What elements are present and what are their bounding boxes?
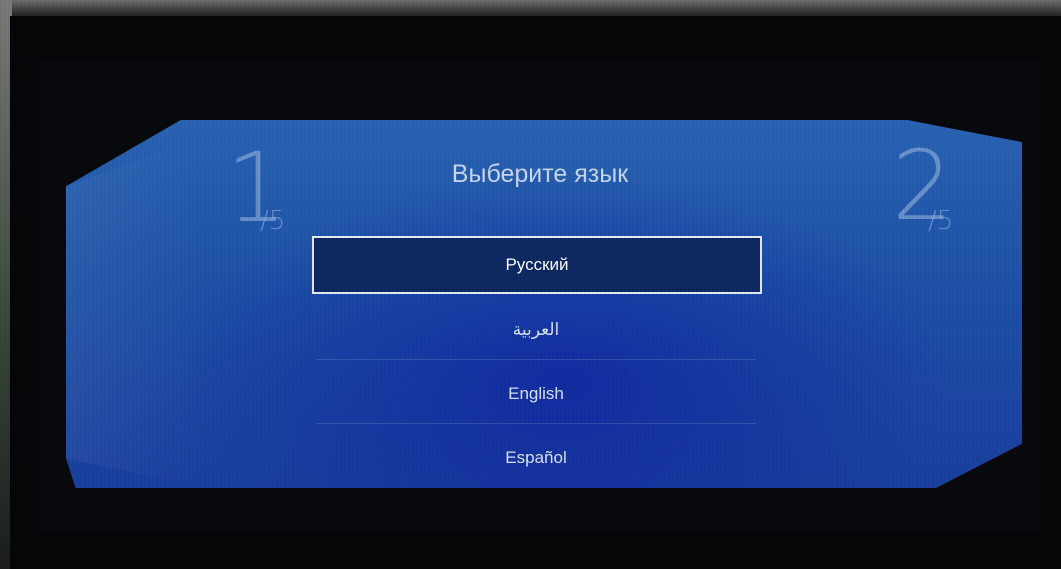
language-option-arabic[interactable]: العربية xyxy=(316,300,756,360)
language-option-spanish[interactable]: Español xyxy=(316,428,756,468)
language-option-russian[interactable]: Русский xyxy=(312,236,762,294)
language-option-english[interactable]: English xyxy=(316,364,756,424)
language-list[interactable]: Русский العربية English Español xyxy=(312,236,762,468)
next-step-total: /5 xyxy=(928,206,954,236)
page-title: Выберите язык xyxy=(451,160,629,188)
current-step-total: /5 xyxy=(260,206,286,236)
